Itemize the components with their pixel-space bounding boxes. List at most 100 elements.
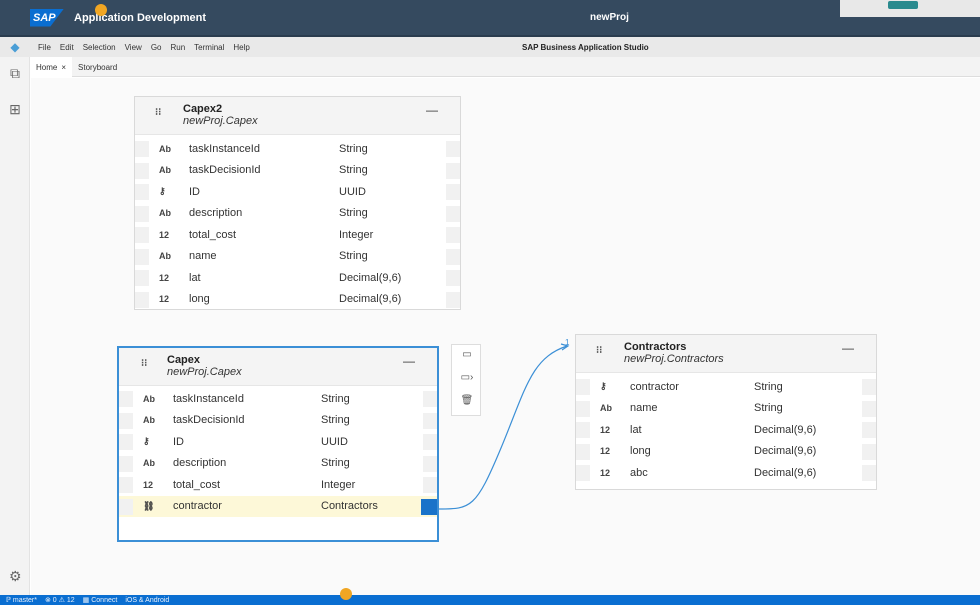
association-cardinality: 1 — [565, 338, 570, 347]
entity-field-row[interactable]: 12 long Decimal(9,6) — [135, 289, 460, 311]
field-handle-left — [119, 455, 133, 472]
entity-header: ⁝⁝ Contractors newProj.Contractors — — [576, 335, 876, 373]
field-handle-right — [423, 391, 437, 407]
field-handle-left — [576, 443, 590, 460]
field-handle-left — [576, 379, 590, 395]
field-name: taskDecisionId — [189, 164, 261, 177]
entity-field-row[interactable]: ⚷ ID UUID — [119, 431, 437, 453]
entity-field-row[interactable]: Ab taskInstanceId String — [135, 138, 460, 160]
entity-field-row[interactable]: Ab description String — [119, 453, 437, 475]
field-type: String — [339, 164, 368, 177]
menu-item-selection[interactable]: Selection — [83, 43, 116, 52]
problems-status[interactable]: ⊗ 0 ⚠ 12 — [45, 596, 75, 604]
field-type: UUID — [339, 185, 366, 198]
field-name: taskDecisionId — [173, 414, 245, 427]
explorer-icon[interactable]: ⧉ — [7, 65, 23, 81]
menu-item-run[interactable]: Run — [170, 43, 185, 52]
string-type-icon: Ab — [143, 415, 155, 426]
menu-item-help[interactable]: Help — [233, 43, 249, 52]
field-type: Decimal(9,6) — [754, 423, 817, 436]
entity-field-row[interactable]: 12 total_cost Integer — [119, 474, 437, 496]
storyboard-canvas[interactable]: ⁝⁝ Capex2 newProj.Capex — Ab taskInstance… — [31, 78, 980, 595]
minimize-icon[interactable]: — — [842, 341, 854, 355]
branch-status[interactable]: ℙ master* — [6, 596, 37, 604]
string-type-icon: Ab — [159, 208, 171, 219]
entity-capex2[interactable]: ⁝⁝ Capex2 newProj.Capex — Ab taskInstance… — [134, 96, 461, 310]
entity-header: ⁝⁝ Capex newProj.Capex — — [119, 348, 437, 386]
menu-item-go[interactable]: Go — [151, 43, 162, 52]
menu-item-edit[interactable]: Edit — [60, 43, 74, 52]
field-handle-left — [135, 227, 149, 243]
field-type: String — [754, 380, 783, 393]
comment-icon[interactable]: ▭ — [460, 349, 474, 363]
field-type: Decimal(9,6) — [339, 293, 402, 306]
field-name: long — [630, 445, 651, 458]
field-handle-right — [423, 434, 437, 450]
association-port[interactable] — [421, 498, 437, 515]
field-type: UUID — [321, 435, 348, 448]
field-handle-left — [135, 205, 149, 222]
entity-contractors[interactable]: ⁝⁝ Contractors newProj.Contractors — ⚷ co… — [575, 334, 877, 490]
entity-capex[interactable]: ⁝⁝ Capex newProj.Capex — Ab taskInstanceI… — [117, 346, 439, 542]
field-name: abc — [630, 466, 648, 479]
entity-field-row[interactable]: ⚷ ID UUID — [135, 181, 460, 203]
minimize-icon[interactable]: — — [403, 354, 415, 368]
app-title: Application Development — [74, 11, 207, 24]
field-name: ID — [173, 435, 184, 448]
video-icon[interactable]: ▭› — [460, 372, 474, 386]
string-type-icon: Ab — [159, 251, 171, 262]
entity-field-row[interactable]: ⚷ contractor String — [576, 376, 876, 398]
tab-storyboard[interactable]: Storyboard — [72, 57, 123, 77]
entity-field-row[interactable]: 12 lat Decimal(9,6) — [135, 267, 460, 289]
overlay-chip — [888, 1, 918, 9]
field-type: Integer — [339, 228, 374, 241]
settings-gear-icon[interactable]: ⚙ — [9, 568, 22, 585]
field-handle-right — [862, 379, 876, 395]
entity-field-row[interactable]: 12 total_cost Integer — [135, 224, 460, 246]
field-name: total_cost — [189, 228, 237, 241]
field-name: contractor — [630, 380, 679, 393]
menu-item-terminal[interactable]: Terminal — [194, 43, 224, 52]
field-name: name — [189, 250, 217, 263]
connect-status[interactable]: ▦ Connect — [83, 596, 118, 604]
overlay-frame — [838, 0, 980, 19]
tab-home[interactable]: Home × — [30, 57, 73, 77]
field-handle-right — [862, 465, 876, 481]
field-type: String — [321, 392, 350, 405]
field-handle-left — [135, 291, 149, 308]
field-type: String — [339, 207, 368, 220]
entity-namespace: newProj.Capex — [183, 115, 258, 127]
field-list: Ab taskInstanceId String Ab taskDecisionId St… — [135, 135, 460, 310]
field-type: Contractors — [321, 500, 378, 513]
menu-item-view[interactable]: View — [125, 43, 142, 52]
field-handle-right — [862, 400, 876, 417]
tab-close-icon[interactable]: × — [61, 63, 66, 72]
trash-icon[interactable]: 🗑 — [460, 395, 474, 409]
field-type: Decimal(9,6) — [754, 466, 817, 479]
tree-icon[interactable]: ⊞ — [7, 101, 23, 117]
field-type: Decimal(9,6) — [754, 445, 817, 458]
entity-field-row[interactable]: Ab description String — [135, 203, 460, 225]
field-handle-right — [423, 455, 437, 472]
entity-field-row[interactable]: ⛓ contractor Contractors — [119, 495, 437, 517]
menu-item-file[interactable]: File — [38, 43, 51, 52]
entity-field-row[interactable]: 12 long Decimal(9,6) — [576, 441, 876, 463]
entity-field-row[interactable]: 12 lat Decimal(9,6) — [576, 419, 876, 441]
entity-icon: ⁝⁝ — [155, 107, 162, 118]
field-handle-left — [576, 465, 590, 481]
field-handle-right — [423, 412, 437, 429]
entity-field-row[interactable]: Ab name String — [576, 398, 876, 420]
field-handle-right — [862, 422, 876, 438]
string-type-icon: Ab — [600, 403, 612, 414]
entity-field-row[interactable]: Ab taskDecisionId String — [135, 160, 460, 182]
field-name: name — [630, 402, 658, 415]
marker-dot-bottom — [340, 588, 352, 600]
minimize-icon[interactable]: — — [426, 103, 438, 117]
field-handle-right — [446, 291, 460, 308]
entity-field-row[interactable]: Ab taskDecisionId String — [119, 410, 437, 432]
key-icon: ⚷ — [159, 186, 166, 197]
platform-status[interactable]: iOS & Android — [125, 597, 169, 604]
entity-field-row[interactable]: 12 abc Decimal(9,6) — [576, 462, 876, 484]
entity-field-row[interactable]: Ab taskInstanceId String — [119, 388, 437, 410]
entity-field-row[interactable]: Ab name String — [135, 246, 460, 268]
